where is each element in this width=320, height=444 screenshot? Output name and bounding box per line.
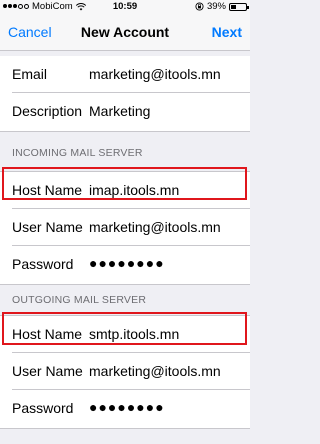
incoming-username-field[interactable]: marketing@itools.mn (89, 219, 221, 235)
outgoing-server-section: Host Name smtp.itools.mn User Name marke… (0, 315, 250, 429)
email-field[interactable]: marketing@itools.mn (89, 66, 221, 82)
status-bar-right: 39% (195, 1, 249, 12)
navigation-bar: Cancel New Account Next (0, 14, 250, 51)
incoming-host-label: Host Name (12, 182, 83, 198)
outgoing-username-row[interactable]: User Name marketing@itools.mn (0, 353, 250, 390)
email-row[interactable]: Email marketing@itools.mn (0, 56, 250, 93)
incoming-password-row[interactable]: Password ●●●●●●●● (0, 246, 250, 283)
status-bar: MobiCom 10:59 39% (0, 0, 250, 14)
outgoing-password-field[interactable]: ●●●●●●●● (89, 399, 165, 415)
incoming-server-section: Host Name imap.itools.mn User Name marke… (0, 171, 250, 285)
battery-percentage: 39% (206, 1, 226, 12)
email-label: Email (12, 66, 48, 82)
next-button[interactable]: Next (212, 24, 242, 40)
outgoing-host-label: Host Name (12, 326, 83, 342)
description-field[interactable]: Marketing (89, 103, 150, 119)
outgoing-password-label: Password (12, 400, 74, 416)
outgoing-username-field[interactable]: marketing@itools.mn (89, 363, 221, 379)
incoming-mail-server-header: INCOMING MAIL SERVER (12, 147, 143, 159)
lock-rotation-icon (195, 2, 204, 11)
description-label: Description (12, 103, 83, 119)
outgoing-password-row[interactable]: Password ●●●●●●●● (0, 390, 250, 427)
incoming-password-label: Password (12, 256, 74, 272)
incoming-username-label: User Name (12, 219, 83, 235)
outgoing-mail-server-header: OUTGOING MAIL SERVER (12, 294, 147, 306)
outgoing-username-label: User Name (12, 363, 83, 379)
battery-icon (229, 2, 249, 11)
account-section: Email marketing@itools.mn Description Ma… (0, 56, 250, 132)
incoming-host-field[interactable]: imap.itools.mn (89, 182, 179, 198)
incoming-username-row[interactable]: User Name marketing@itools.mn (0, 209, 250, 246)
outgoing-host-field[interactable]: smtp.itools.mn (89, 326, 179, 342)
outgoing-host-row[interactable]: Host Name smtp.itools.mn (0, 316, 250, 353)
incoming-host-row[interactable]: Host Name imap.itools.mn (0, 172, 250, 209)
incoming-password-field[interactable]: ●●●●●●●● (89, 255, 165, 271)
description-row[interactable]: Description Marketing (0, 93, 250, 130)
